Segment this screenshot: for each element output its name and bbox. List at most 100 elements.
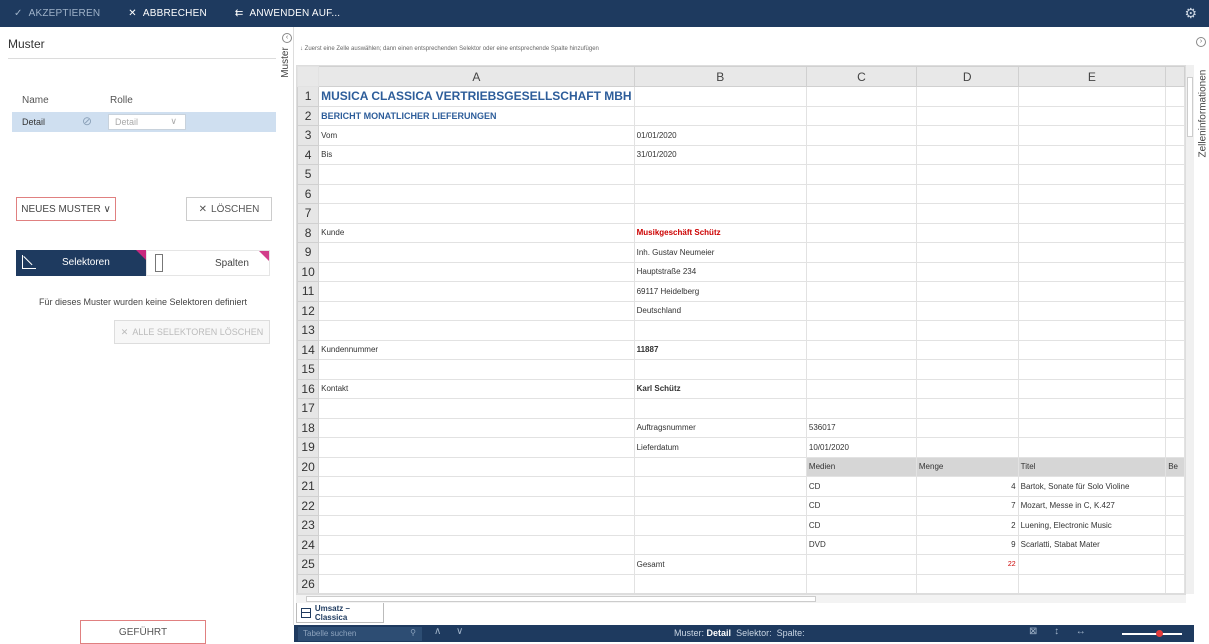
gear-icon[interactable]: ⚙ (1184, 5, 1197, 22)
grid-cell[interactable] (805, 86, 917, 107)
grid-cell[interactable] (633, 320, 807, 341)
grid-cell[interactable] (1017, 300, 1167, 321)
grid-cell[interactable] (318, 515, 635, 536)
grid-cell[interactable] (805, 398, 917, 419)
grid-cell[interactable] (915, 417, 1019, 438)
grid-cell[interactable]: Deutschland (633, 300, 807, 321)
scroll-thumb[interactable] (306, 596, 816, 602)
grid-cell[interactable] (1165, 359, 1185, 380)
grid-cell[interactable] (1165, 320, 1185, 341)
grid-cell[interactable] (633, 495, 807, 516)
row-header[interactable]: 8 (297, 222, 320, 243)
grid-cell[interactable] (1165, 86, 1185, 107)
row-header[interactable]: 25 (297, 554, 320, 575)
grid-cell[interactable] (805, 339, 917, 360)
grid-cell[interactable] (1165, 281, 1185, 302)
grid-cell[interactable]: 4 (915, 476, 1019, 497)
grid-cell[interactable] (318, 554, 635, 575)
grid-cell[interactable]: CD (805, 515, 917, 536)
grid-cell[interactable] (915, 573, 1019, 593)
grid-cell[interactable] (1165, 573, 1185, 593)
row-header[interactable]: 12 (297, 300, 320, 321)
grid-cell[interactable] (915, 339, 1019, 360)
grid-cell[interactable]: Kontakt (318, 378, 635, 399)
grid-cell[interactable] (915, 125, 1019, 146)
grid-cell[interactable]: Musikgeschäft Schütz (633, 222, 807, 243)
grid-cell[interactable] (1165, 534, 1185, 555)
grid-cell[interactable]: Inh. Gustav Neumeier (633, 242, 807, 263)
grid-cell[interactable]: 9 (915, 534, 1019, 555)
grid-cell[interactable] (633, 203, 807, 224)
edit-icon[interactable]: ⊘ (82, 114, 92, 128)
corner-cell[interactable] (297, 66, 320, 87)
grid-cell[interactable] (1017, 359, 1167, 380)
grid-cell[interactable] (633, 105, 807, 126)
grid-cell[interactable]: Bis (318, 144, 635, 165)
grid-cell[interactable] (805, 281, 917, 302)
grid-cell[interactable]: 01/01/2020 (633, 125, 807, 146)
row-header[interactable]: 21 (297, 476, 320, 497)
grid-cell[interactable] (1165, 515, 1185, 536)
row-header[interactable]: 9 (297, 242, 320, 263)
grid-cell[interactable] (915, 281, 1019, 302)
row-header[interactable]: 23 (297, 515, 320, 536)
grid-cell[interactable] (1165, 437, 1185, 458)
row-header[interactable]: 16 (297, 378, 320, 399)
grid-cell[interactable] (318, 164, 635, 185)
grid-cell[interactable] (1165, 417, 1185, 438)
grid-cell[interactable] (633, 534, 807, 555)
grid-cell[interactable] (805, 222, 917, 243)
grid-cell[interactable]: Kunde (318, 222, 635, 243)
grid-cell[interactable] (1017, 242, 1167, 263)
new-pattern-button[interactable]: NEUES MUSTER ∨ (16, 197, 116, 221)
grid-cell[interactable] (633, 164, 807, 185)
grid-cell[interactable] (915, 144, 1019, 165)
row-header[interactable]: 7 (297, 203, 320, 224)
grid-cell[interactable]: Mozart, Messe in C, K.427 (1017, 495, 1167, 516)
grid-cell[interactable] (1017, 105, 1167, 126)
fit-width-icon[interactable]: ↔ (1076, 626, 1086, 637)
grid-cell[interactable] (915, 261, 1019, 282)
grid-cell[interactable] (915, 437, 1019, 458)
column-header[interactable]: A (318, 66, 635, 87)
expand-icon[interactable]: › (1196, 37, 1206, 47)
grid-cell[interactable]: Menge (915, 456, 1019, 477)
grid-cell[interactable] (318, 261, 635, 282)
grid-cell[interactable] (1017, 125, 1167, 146)
grid-cell[interactable] (633, 573, 807, 593)
grid-cell[interactable] (1017, 183, 1167, 204)
row-header[interactable]: 17 (297, 398, 320, 419)
grid-cell[interactable] (1017, 281, 1167, 302)
grid-cell[interactable] (1165, 339, 1185, 360)
grid-cell[interactable] (1165, 203, 1185, 224)
grid-cell[interactable] (318, 456, 635, 477)
row-header[interactable]: 2 (297, 105, 320, 126)
grid-cell[interactable]: Titel (1017, 456, 1167, 477)
row-header[interactable]: 11 (297, 281, 320, 302)
grid-cell[interactable]: Kundennummer (318, 339, 635, 360)
grid-cell[interactable] (633, 476, 807, 497)
fit-height-icon[interactable]: ↕ (1054, 626, 1059, 637)
row-header[interactable]: 5 (297, 164, 320, 185)
grid-cell[interactable] (1165, 378, 1185, 399)
grid-cell[interactable] (633, 86, 807, 107)
grid-cell[interactable] (915, 203, 1019, 224)
delete-button[interactable]: ✕ LÖSCHEN (186, 197, 272, 221)
grid-cell[interactable] (1017, 378, 1167, 399)
grid-cell[interactable] (318, 476, 635, 497)
grid-cell[interactable]: 10/01/2020 (805, 437, 917, 458)
grid-cell[interactable] (805, 261, 917, 282)
grid-cell[interactable] (318, 320, 635, 341)
grid-cell[interactable]: 2 (915, 515, 1019, 536)
grid-cell[interactable] (1165, 222, 1185, 243)
sheet-tab[interactable]: Umsatz – Classica (296, 603, 384, 623)
grid-cell[interactable] (1017, 554, 1167, 575)
grid-cell[interactable] (1017, 86, 1167, 107)
grid-cell[interactable] (1017, 339, 1167, 360)
grid-cell[interactable]: CD (805, 476, 917, 497)
grid-cell[interactable]: 536017 (805, 417, 917, 438)
grid-cell[interactable] (1165, 164, 1185, 185)
accept-button[interactable]: ✓ AKZEPTIEREN (0, 0, 114, 27)
grid-cell[interactable] (805, 300, 917, 321)
grid-cell[interactable] (318, 300, 635, 321)
